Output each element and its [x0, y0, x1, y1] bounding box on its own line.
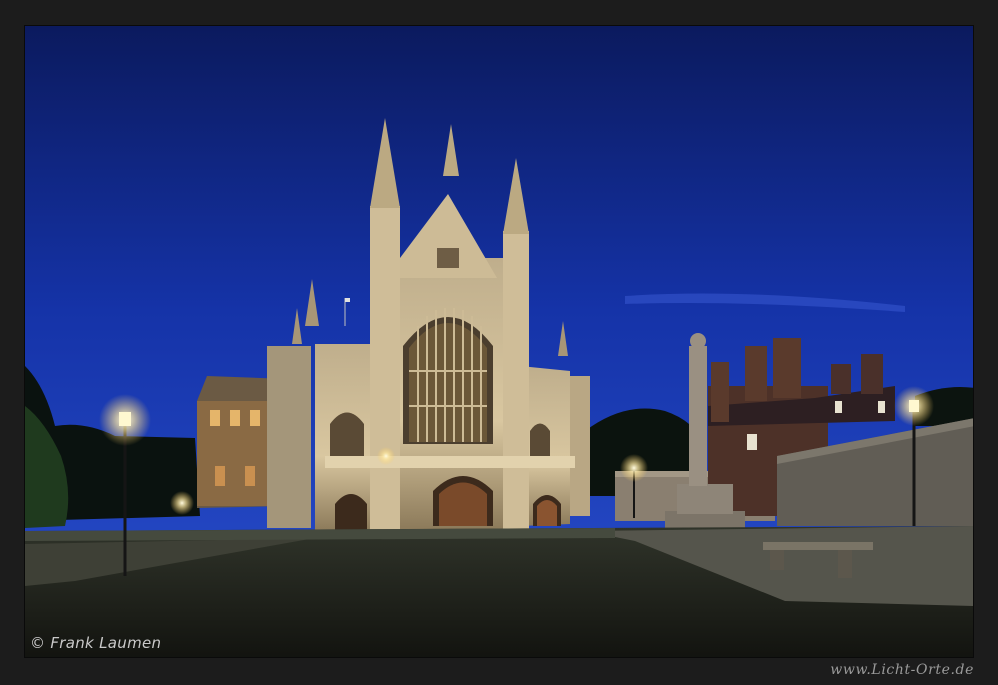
- page: { "photo": { "copyright": "© Frank Laume…: [0, 0, 998, 685]
- cathedral-photo: [24, 25, 974, 658]
- lamp-glow-distant: [170, 491, 194, 515]
- copyright-text: © Frank Laumen: [30, 634, 162, 652]
- lamp-glow-porch: [377, 447, 395, 465]
- website-watermark: www.Licht-Orte.de: [830, 662, 974, 678]
